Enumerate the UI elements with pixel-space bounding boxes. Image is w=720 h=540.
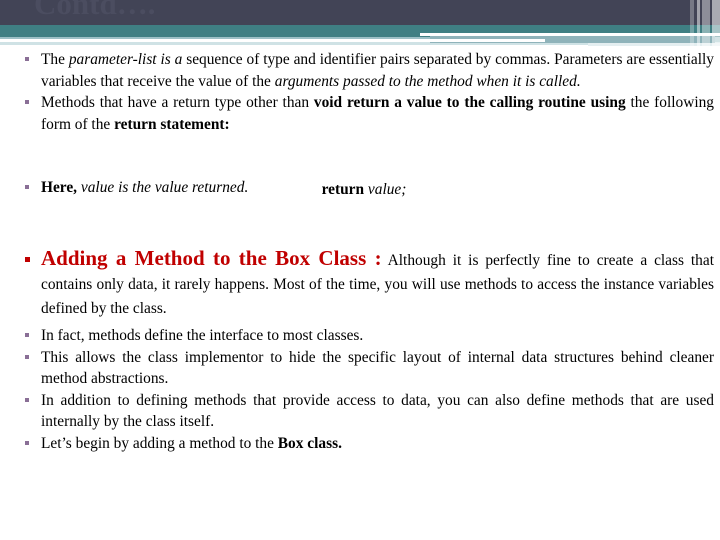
bullet-2-seg-2-bold: void return a value to the calling routi…	[313, 94, 626, 111]
header-white-rule-left	[0, 39, 545, 42]
bullet-8-seg-1: Let’s begin by adding a method to the	[41, 434, 278, 452]
bullet-2-seg-1: Methods that have a return type other th…	[41, 94, 314, 111]
bullet-8-seg-2-bold: Box class.	[277, 434, 342, 452]
header-vertical-stripe-4	[712, 0, 720, 46]
list-item: Here, value is the value returned.	[14, 177, 714, 199]
bullet-dot-icon	[25, 57, 29, 61]
bullet-dot-icon	[25, 257, 30, 262]
bullet-dot-icon	[25, 100, 29, 104]
slide-body: The parameter-list is a sequence of type…	[0, 46, 720, 540]
bullet-list-top: The parameter-list is a sequence of type…	[14, 49, 714, 199]
bullet-3-seg-1-bold: Here,	[41, 179, 78, 196]
bullet-3-seg-2-italic: value is the value returned.	[77, 179, 249, 196]
bullet-dot-icon	[25, 354, 29, 359]
section-heading-adding-method: Adding a Method to the Box Class :	[41, 246, 382, 270]
list-item: Methods that have a return type other th…	[14, 92, 714, 135]
bullet-dot-icon	[25, 440, 29, 445]
bullet-6-text: This allows the class implementor to hid…	[41, 348, 714, 388]
list-item: In addition to defining methods that pro…	[14, 390, 714, 433]
bullet-1-seg-2-italic: parameter-list is a	[68, 51, 183, 68]
list-item: The parameter-list is a sequence of type…	[14, 49, 714, 92]
bullet-dot-icon	[25, 185, 29, 189]
bullet-dot-icon	[25, 397, 29, 402]
bullet-list-bottom: Adding a Method to the Box Class : Altho…	[14, 246, 714, 454]
header-vertical-stripe-1	[690, 0, 694, 46]
header-white-rule-right	[420, 33, 720, 36]
list-item: In fact, methods define the interface to…	[14, 325, 714, 347]
bullet-5-text: In fact, methods define the interface to…	[41, 327, 364, 344]
bullet-dot-icon	[25, 333, 29, 337]
bullet-1-seg-1: The	[41, 51, 69, 68]
bullet-2-seg-4-bold: return statement:	[114, 115, 230, 133]
header-vertical-stripe-2	[697, 0, 700, 46]
bullet-1-seg-4-italic: arguments passed to the method when it i…	[274, 72, 581, 90]
bullet-7-text: In addition to defining methods that pro…	[41, 391, 714, 431]
list-item: This allows the class implementor to hid…	[14, 347, 714, 390]
list-item: Adding a Method to the Box Class : Altho…	[14, 246, 714, 322]
list-item: Let’s begin by adding a method to the Bo…	[14, 433, 714, 455]
slide-title: Contd….	[34, 0, 156, 21]
header-vertical-stripe-3	[702, 0, 710, 46]
